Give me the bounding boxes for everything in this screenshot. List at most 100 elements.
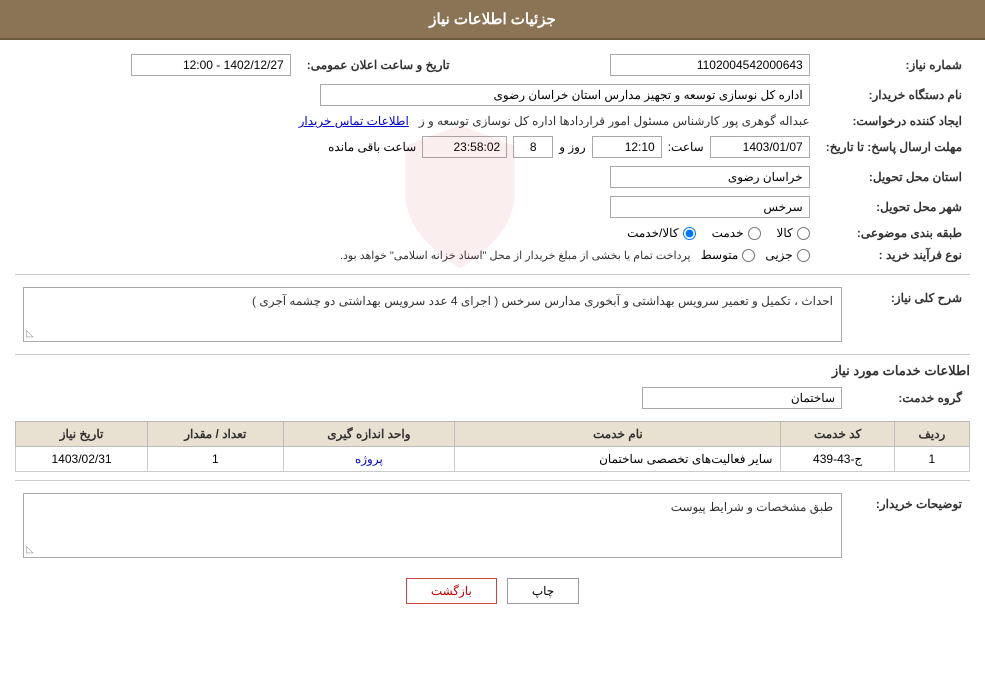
province-value: خراسان رضوی (15, 162, 818, 192)
col-service-name: نام خدمت (455, 422, 781, 447)
province-row: استان محل تحویل: خراسان رضوی (15, 162, 970, 192)
deadline-date: 1403/01/07 (710, 136, 810, 158)
service-group-row: گروه خدمت: ساختمان (15, 383, 970, 413)
procurement-radio-jozi[interactable] (797, 249, 810, 262)
creator-label: ایجاد کننده درخواست: (818, 110, 970, 132)
category-row: طبقه بندی موضوعی: کالا خدمت (15, 222, 970, 244)
col-row-num: ردیف (894, 422, 969, 447)
deadline-time-label: ساعت: (668, 140, 704, 154)
city-value: سرخس (15, 192, 818, 222)
service-group-table: گروه خدمت: ساختمان (15, 383, 970, 413)
service-group-value: ساختمان (15, 383, 850, 413)
procurement-motavasset-label: متوسط (701, 248, 739, 262)
notes-table: توضیحات خریدار: طبق مشخصات و شرایط پیوست… (15, 489, 970, 562)
category-khadamat-label: خدمت (712, 226, 744, 240)
city-row: شهر محل تحویل: سرخس (15, 192, 970, 222)
deadline-row: مهلت ارسال پاسخ: تا تاریخ: 1403/01/07 سا… (15, 132, 970, 162)
description-box: احداث ، تکمیل و تعمیر سرویس بهداشتی و آب… (23, 287, 842, 342)
category-radio-both[interactable] (683, 227, 696, 240)
table-row: 1 ج-43-439 سایر فعالیت‌های تخصصی ساختمان… (16, 447, 970, 472)
divider-2 (15, 354, 970, 355)
deadline-time: 12:10 (592, 136, 662, 158)
cell-date: 1403/02/31 (16, 447, 148, 472)
procurement-jozi[interactable]: جزیی (765, 248, 809, 262)
cell-row-num: 1 (894, 447, 969, 472)
deadline-row-inline: 1403/01/07 ساعت: 12:10 روز و 8 23:58:02 … (23, 136, 810, 158)
col-unit: واحد اندازه گیری (283, 422, 455, 447)
buyer-org-label: نام دستگاه خریدار: (818, 80, 970, 110)
page-header: جزئیات اطلاعات نیاز (0, 0, 985, 40)
col-date: تاریخ نیاز (16, 422, 148, 447)
category-both-label: کالا/خدمت (627, 226, 678, 240)
notes-label: توضیحات خریدار: (850, 489, 970, 562)
service-group-display: ساختمان (642, 387, 842, 409)
province-display: خراسان رضوی (610, 166, 810, 188)
service-group-label: گروه خدمت: (850, 383, 970, 413)
services-section-title: اطلاعات خدمات مورد نیاز (15, 363, 970, 379)
deadline-remaining: 23:58:02 (422, 136, 507, 158)
province-label: استان محل تحویل: (818, 162, 970, 192)
col-quantity: تعداد / مقدار (148, 422, 283, 447)
col-service-code: کد خدمت (781, 422, 894, 447)
main-content: شماره نیاز: 1102004542000643 تاریخ و ساع… (0, 40, 985, 630)
creator-value: عبداله گوهری پور کارشناس مسئول امور قرار… (15, 110, 818, 132)
invoice-number-label: شماره نیاز: (818, 50, 970, 80)
announce-date-value: 1402/12/27 - 12:00 (15, 50, 299, 80)
category-radio-kala[interactable] (797, 227, 810, 240)
description-value: احداث ، تکمیل و تعمیر سرویس بهداشتی و آب… (15, 283, 850, 346)
announce-date-label: تاریخ و ساعت اعلان عمومی: (299, 50, 470, 80)
services-table-header: ردیف کد خدمت نام خدمت واحد اندازه گیری ت… (16, 422, 970, 447)
category-kala-label: کالا (777, 226, 793, 240)
back-button[interactable]: بازگشت (406, 578, 497, 604)
cell-service-code: ج-43-439 (781, 447, 894, 472)
description-row: شرح کلی نیاز: احداث ، تکمیل و تعمیر سروی… (15, 283, 970, 346)
category-option-khadamat[interactable]: خدمت (712, 226, 761, 240)
city-display: سرخس (610, 196, 810, 218)
buyer-org-value: اداره کل نوسازی توسعه و تجهیز مدارس استا… (15, 80, 818, 110)
notes-row: توضیحات خریدار: طبق مشخصات و شرایط پیوست… (15, 489, 970, 562)
category-label: طبقه بندی موضوعی: (818, 222, 970, 244)
services-table: ردیف کد خدمت نام خدمت واحد اندازه گیری ت… (15, 421, 970, 472)
procurement-radio-motavasset[interactable] (742, 249, 755, 262)
notes-box: طبق مشخصات و شرایط پیوست ◺ (23, 493, 842, 558)
category-radio-khadamat[interactable] (748, 227, 761, 240)
procurement-label: نوع فرآیند خرید : (818, 244, 970, 266)
procurement-row-inline: جزیی متوسط پرداخت تمام یا بخشی از مبلغ خ… (23, 248, 810, 262)
city-label: شهر محل تحویل: (818, 192, 970, 222)
resize-handle-description: ◺ (26, 328, 34, 339)
creator-row: ایجاد کننده درخواست: عبداله گوهری پور کا… (15, 110, 970, 132)
procurement-motavasset[interactable]: متوسط (701, 248, 756, 262)
page-wrapper: جزئیات اطلاعات نیاز شماره نیاز: 11020045… (0, 0, 985, 691)
cell-unit: پروژه (283, 447, 455, 472)
category-option-kala[interactable]: کالا (777, 226, 810, 240)
page-title: جزئیات اطلاعات نیاز (429, 11, 556, 28)
notes-value: طبق مشخصات و شرایط پیوست ◺ (15, 489, 850, 562)
divider-1 (15, 274, 970, 275)
category-option-both[interactable]: کالا/خدمت (627, 226, 695, 240)
info-table: شماره نیاز: 1102004542000643 تاریخ و ساع… (15, 50, 970, 266)
procurement-row: نوع فرآیند خرید : جزیی متوسط پرداخت تمام… (15, 244, 970, 266)
invoice-number-display: 1102004542000643 (610, 54, 810, 76)
deadline-value: 1403/01/07 ساعت: 12:10 روز و 8 23:58:02 … (15, 132, 818, 162)
cell-service-name: سایر فعالیت‌های تخصصی ساختمان (455, 447, 781, 472)
announce-date-display: 1402/12/27 - 12:00 (131, 54, 291, 76)
description-text: احداث ، تکمیل و تعمیر سرویس بهداشتی و آب… (252, 294, 833, 308)
buyer-org-row: نام دستگاه خریدار: اداره کل نوسازی توسعه… (15, 80, 970, 110)
creator-link[interactable]: اطلاعات تماس خریدار (299, 114, 409, 128)
print-button[interactable]: چاپ (507, 578, 579, 604)
resize-handle-notes: ◺ (26, 544, 34, 555)
bottom-buttons: چاپ بازگشت (15, 578, 970, 604)
creator-text: عبداله گوهری پور کارشناس مسئول امور قرار… (419, 114, 810, 128)
notes-text: طبق مشخصات و شرایط پیوست (24, 494, 841, 520)
category-radio-group: کالا خدمت کالا/خدمت (23, 226, 810, 240)
deadline-days-label: روز و (559, 140, 586, 154)
deadline-remaining-label: ساعت باقی مانده (328, 140, 416, 154)
cell-quantity: 1 (148, 447, 283, 472)
deadline-days: 8 (513, 136, 553, 158)
procurement-value: جزیی متوسط پرداخت تمام یا بخشی از مبلغ خ… (15, 244, 818, 266)
buyer-org-display: اداره کل نوسازی توسعه و تجهیز مدارس استا… (320, 84, 810, 106)
divider-3 (15, 480, 970, 481)
invoice-row: شماره نیاز: 1102004542000643 تاریخ و ساع… (15, 50, 970, 80)
deadline-label: مهلت ارسال پاسخ: تا تاریخ: (818, 132, 970, 162)
procurement-jozi-label: جزیی (765, 248, 792, 262)
